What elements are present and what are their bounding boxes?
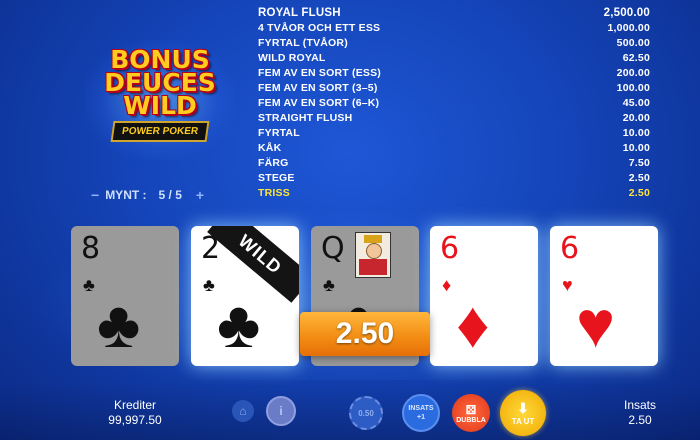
paytable-row: 4 TVÅOR OCH ETT ESS 1,000.00	[258, 21, 650, 36]
paytable-row: WILD ROYAL 62.50	[258, 51, 650, 66]
win-amount-badge: 2.50	[300, 312, 430, 356]
bet-label: Insats	[623, 398, 656, 412]
paytable-payout: 62.50	[622, 52, 650, 64]
bet-increase-button[interactable]: INSATS +1	[402, 394, 440, 432]
paytable-payout: 10.00	[622, 142, 650, 154]
paytable-row: FÄRG 7.50	[258, 156, 650, 171]
paytable-payout: 2.50	[628, 172, 650, 184]
queen-portrait-icon	[355, 232, 391, 278]
paytable-payout: 20.00	[622, 112, 650, 124]
club-suit-icon: ♣	[217, 287, 261, 361]
paytable-row: FYRTAL (TVÅOR) 500.00	[258, 36, 650, 51]
card-rank: 2	[201, 231, 221, 266]
paytable-payout: 1,000.00	[607, 22, 650, 34]
logo-word-wild: WILD	[123, 91, 197, 120]
paytable-hand: 4 TVÅOR OCH ETT ESS	[258, 22, 381, 34]
card-rank: 6	[560, 231, 580, 266]
paytable-row-winning: TRISS 2.50	[258, 186, 650, 201]
queen-head	[366, 243, 382, 259]
queen-crown	[364, 235, 382, 243]
paytable-hand: WILD ROYAL	[258, 52, 326, 64]
paytable-row: STRAIGHT FLUSH 20.00	[258, 111, 650, 126]
paytable-hand: TRISS	[258, 187, 290, 199]
paytable-payout: 10.00	[622, 127, 650, 139]
heart-suit-icon: ♥	[576, 287, 616, 361]
paytable-hand: FEM AV EN SORT (6–K)	[258, 97, 380, 109]
bet-display: Insats 2.50	[610, 398, 670, 428]
paytable-payout: 7.50	[628, 157, 650, 169]
game-logo: BONUS DEUCES WILD POWER POKER	[85, 40, 235, 160]
coin-value-button[interactable]: 0.50	[349, 396, 383, 430]
paytable: ROYAL FLUSH 2,500.00 4 TVÅOR OCH ETT ESS 1…	[258, 6, 650, 201]
paytable-hand: FYRTAL	[258, 127, 300, 139]
club-suit-icon: ♣	[83, 275, 95, 295]
club-suit-icon: ♣	[203, 275, 215, 295]
card-2[interactable]: WILD 2 ♣ ♣	[191, 226, 299, 366]
coin-label: MYNT :	[105, 188, 147, 202]
card-rank: Q	[321, 231, 345, 266]
logo-subtitle: POWER POKER	[110, 121, 210, 142]
card-rank: 6	[440, 231, 460, 266]
coin-decrease-button[interactable]: −	[91, 187, 99, 203]
club-suit-icon: ♣	[97, 287, 141, 361]
collect-button[interactable]: ⬇ TA UT	[500, 390, 546, 436]
credits-label: Krediter	[113, 398, 157, 412]
card-1[interactable]: 8 ♣ ♣	[71, 226, 179, 366]
card-rank: 8	[81, 231, 101, 266]
diamond-suit-icon: ♦	[456, 287, 490, 361]
paytable-hand: STEGE	[258, 172, 295, 184]
bet-value: 2.50	[628, 413, 652, 427]
paytable-row: FYRTAL 10.00	[258, 126, 650, 141]
queen-body	[359, 259, 387, 275]
heart-suit-icon: ♥	[562, 275, 573, 295]
double-button[interactable]: ⚄ DUBBLA	[452, 394, 490, 432]
coin-value: 5 / 5	[158, 188, 182, 202]
download-icon: ⬇	[517, 400, 529, 416]
info-button[interactable]: i	[266, 396, 296, 426]
collect-button-label: TA UT	[511, 417, 535, 426]
card-5[interactable]: 6 ♥ ♥	[550, 226, 658, 366]
home-button[interactable]: ⌂	[232, 400, 254, 422]
paytable-row: KÅK 10.00	[258, 141, 650, 156]
bet-button-label: INSATS	[408, 405, 434, 412]
paytable-payout: 2.50	[628, 187, 650, 199]
paytable-payout: 200.00	[616, 67, 650, 79]
home-icon: ⌂	[239, 404, 247, 418]
paytable-payout: 100.00	[616, 82, 650, 94]
card-4[interactable]: 6 ♦ ♦	[430, 226, 538, 366]
coin-increase-button[interactable]: +	[196, 187, 204, 203]
paytable-payout: 2,500.00	[603, 7, 650, 19]
coin-value-label: 0.50	[358, 408, 374, 418]
paytable-hand: FÄRG	[258, 157, 289, 169]
paytable-row: FEM AV EN SORT (3–5) 100.00	[258, 81, 650, 96]
paytable-row: FEM AV EN SORT (6–K) 45.00	[258, 96, 650, 111]
paytable-hand: FEM AV EN SORT (3–5)	[258, 82, 378, 94]
info-icon: i	[279, 404, 283, 418]
bet-button-sub: +1	[417, 414, 425, 421]
double-button-label: DUBBLA	[456, 416, 486, 424]
credits-value: 99,997.50	[108, 413, 162, 427]
paytable-hand: KÅK	[258, 142, 282, 154]
paytable-hand: FEM AV EN SORT (ESS)	[258, 67, 382, 79]
paytable-hand: ROYAL FLUSH	[258, 7, 341, 19]
paytable-hand: FYRTAL (TVÅOR)	[258, 37, 348, 49]
paytable-payout: 500.00	[616, 37, 650, 49]
credits-display: Krediter 99,997.50	[100, 398, 170, 428]
dice-icon: ⚄	[465, 402, 477, 417]
club-suit-icon: ♣	[323, 275, 335, 295]
paytable-row: STEGE 2.50	[258, 171, 650, 186]
coin-selector: − MYNT : 5 / 5 +	[85, 187, 210, 203]
paytable-payout: 45.00	[622, 97, 650, 109]
paytable-row: ROYAL FLUSH 2,500.00	[258, 6, 650, 21]
paytable-row: FEM AV EN SORT (ESS) 200.00	[258, 66, 650, 81]
wild-label: WILD	[234, 230, 286, 279]
diamond-suit-icon: ♦	[442, 275, 452, 295]
paytable-hand: STRAIGHT FLUSH	[258, 112, 353, 124]
